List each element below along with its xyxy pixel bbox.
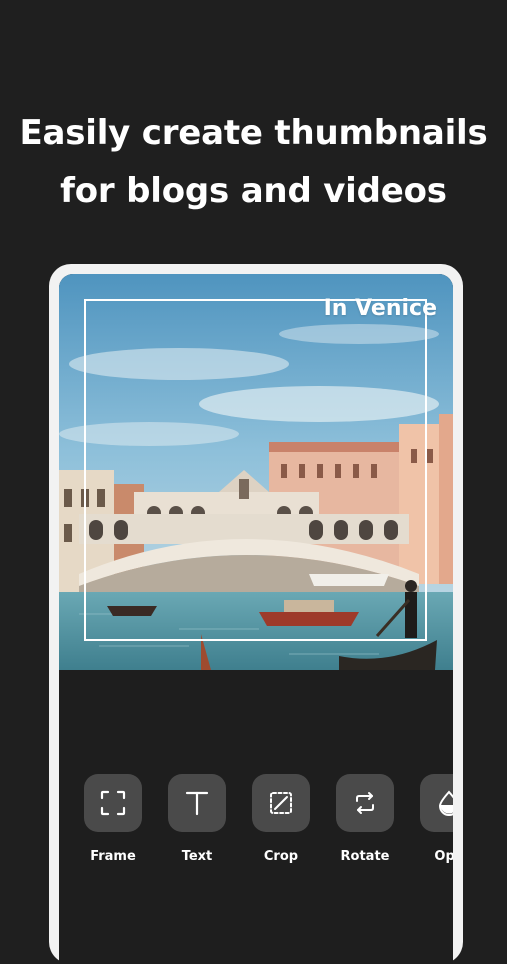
headline-line-2: for blogs and videos [60, 171, 447, 211]
frame-button[interactable] [84, 774, 142, 832]
phone-screen: In Venice Frame Text Crop Rotate Op [59, 274, 453, 964]
crop-frame[interactable] [84, 299, 427, 641]
text-icon [185, 791, 209, 816]
tool-label: Opa [434, 849, 453, 864]
tool-label: Text [181, 849, 213, 864]
editing-toolbar: Frame Text Crop Rotate Op [59, 774, 453, 884]
headline: Easily create thumbnails for blogs and v… [0, 104, 507, 220]
rotate-icon [356, 792, 374, 814]
tool-crop[interactable]: Crop [239, 774, 323, 864]
tool-opacity[interactable]: Opa [407, 774, 453, 864]
tool-text[interactable]: Text [155, 774, 239, 864]
frame-icon [100, 790, 126, 816]
tool-label: Crop [263, 849, 299, 864]
opacity-icon [438, 790, 453, 816]
phone-frame: In Venice Frame Text Crop Rotate Op [49, 264, 463, 964]
tool-label: Frame [90, 849, 136, 864]
opacity-button[interactable] [420, 774, 453, 832]
overlay-text[interactable]: In Venice [324, 296, 437, 321]
rotate-button[interactable] [336, 774, 394, 832]
photo-canvas[interactable]: In Venice [59, 274, 453, 670]
tool-rotate[interactable]: Rotate [323, 774, 407, 864]
text-button[interactable] [168, 774, 226, 832]
tool-frame[interactable]: Frame [71, 774, 155, 864]
headline-line-1: Easily create thumbnails [19, 113, 488, 153]
tool-label: Rotate [340, 849, 390, 864]
crop-button[interactable] [252, 774, 310, 832]
crop-icon [270, 792, 292, 814]
